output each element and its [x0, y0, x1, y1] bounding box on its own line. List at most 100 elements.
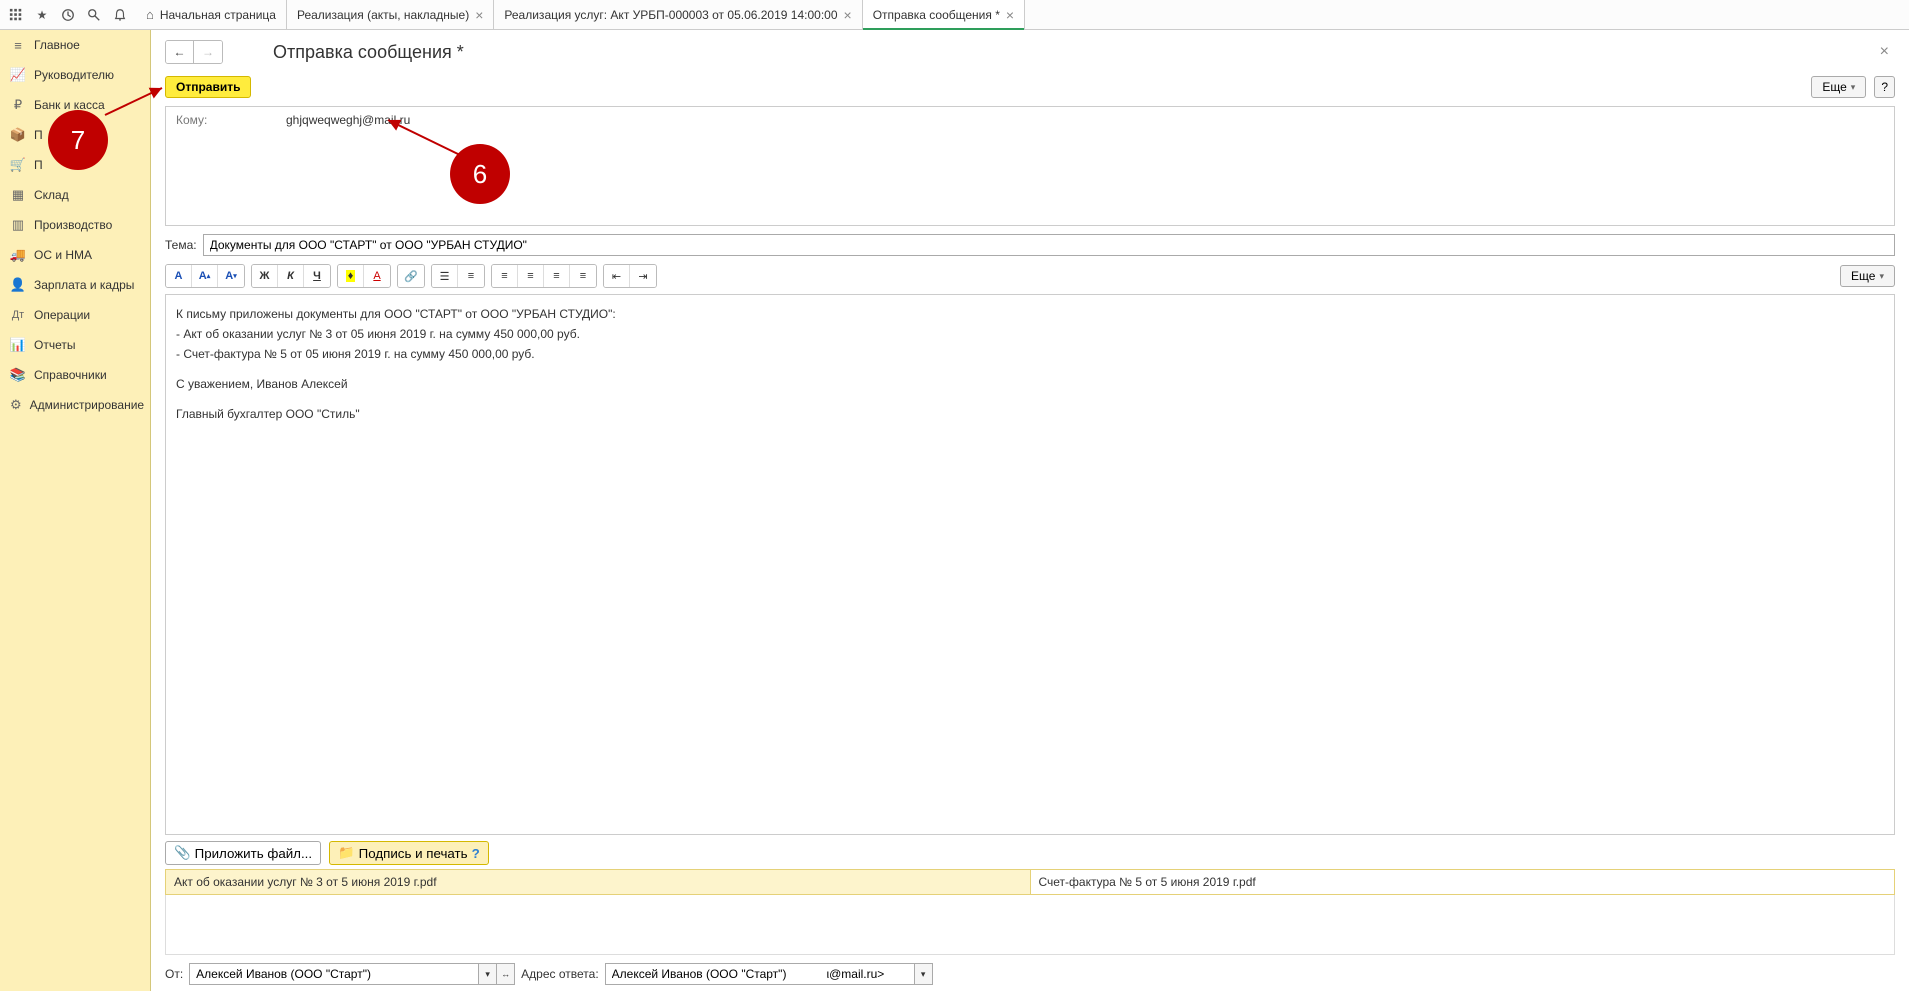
tab-send-message[interactable]: Отправка сообщения * × [863, 0, 1025, 29]
star-icon[interactable]: ★ [30, 3, 54, 27]
ruble-icon: ₽ [10, 97, 26, 113]
close-page-button[interactable]: × [1874, 43, 1895, 61]
nav-forward-button[interactable]: → [194, 41, 222, 63]
body-line: К письму приложены документы для ООО "СТ… [176, 305, 1884, 323]
sidebar-item-label: Администрирование [30, 398, 144, 412]
attachments-row: Акт об оказании услуг № 3 от 5 июня 2019… [165, 869, 1895, 895]
sidebar-item-label: П [34, 158, 43, 172]
indent-increase-button[interactable]: ⇥ [630, 265, 656, 287]
page-title: Отправка сообщения * [273, 42, 464, 63]
from-open-button[interactable]: ↔ [497, 963, 515, 985]
reply-input[interactable] [605, 963, 915, 985]
apps-icon[interactable] [4, 3, 28, 27]
cart-icon: 🛒 [10, 157, 26, 173]
content-header: ← → Отправка сообщения * × [151, 30, 1909, 72]
attachments-area [165, 895, 1895, 955]
grid-icon: ▦ [10, 187, 26, 203]
from-row: От: ▾ ↔ Адрес ответа: ▾ [165, 963, 1895, 985]
from-label: От: [165, 967, 183, 981]
sidebar-item-reports[interactable]: 📊 Отчеты [0, 330, 150, 360]
nav-back-button[interactable]: ← [166, 41, 194, 63]
help-icon[interactable]: ? [472, 846, 480, 861]
number-list-button[interactable]: ≡ [458, 265, 484, 287]
annotation-circle-7: 7 [48, 110, 108, 170]
menu-icon: ≡ [10, 37, 26, 53]
sign-stamp-button[interactable]: 📁Подпись и печать ? [329, 841, 489, 865]
body-line: Главный бухгалтер ООО "Стиль" [176, 405, 1884, 423]
action-bar: Отправить Еще ? [151, 72, 1909, 106]
italic-button[interactable]: К [278, 265, 304, 287]
align-left-button[interactable]: ≡ [492, 265, 518, 287]
bold-button[interactable]: Ж [252, 265, 278, 287]
align-center-button[interactable]: ≡ [518, 265, 544, 287]
editor-more-button[interactable]: Еще [1840, 265, 1895, 287]
annotation-circle-6: 6 [450, 144, 510, 204]
body-line: - Акт об оказании услуг № 3 от 05 июня 2… [176, 325, 1884, 343]
font-down-button[interactable]: A▾ [218, 265, 244, 287]
report-icon: 📊 [10, 337, 26, 353]
reply-dropdown-button[interactable]: ▾ [915, 963, 933, 985]
search-icon[interactable] [82, 3, 106, 27]
link-button[interactable]: 🔗 [398, 265, 424, 287]
sidebar-item-main[interactable]: ≡Главное [0, 30, 150, 60]
sidebar: ≡Главное 📈Руководителю ₽Банк и касса 📦П … [0, 30, 151, 991]
indent-decrease-button[interactable]: ⇤ [604, 265, 630, 287]
more-button[interactable]: Еще [1811, 76, 1866, 98]
sidebar-item-admin[interactable]: ⚙ Администрирование [0, 390, 150, 420]
close-icon[interactable]: × [475, 7, 483, 23]
attachment-item[interactable]: Акт об оказании услуг № 3 от 5 июня 2019… [166, 870, 1031, 894]
sidebar-item-salary[interactable]: 👤Зарплата и кадры [0, 270, 150, 300]
sidebar-item-label: Производство [34, 218, 112, 232]
close-icon[interactable]: × [1006, 7, 1014, 23]
sidebar-item-manager[interactable]: 📈Руководителю [0, 60, 150, 90]
font-color-button[interactable]: A [364, 265, 390, 287]
body-line: - Счет-фактура № 5 от 05 июня 2019 г. на… [176, 345, 1884, 363]
tab-realizatsiya[interactable]: Реализация (акты, накладные) × [287, 0, 494, 29]
sidebar-item-production[interactable]: ▥ Производство [0, 210, 150, 240]
editor-toolbar: A A▴ A▾ Ж К Ч ♦ A 🔗 ☰ ≡ [165, 264, 1895, 288]
font-button[interactable]: A [166, 265, 192, 287]
bullet-list-button[interactable]: ☰ [432, 265, 458, 287]
from-dropdown-button[interactable]: ▾ [479, 963, 497, 985]
book-icon: 📚 [10, 367, 26, 383]
sidebar-item-refs[interactable]: 📚Справочники [0, 360, 150, 390]
sidebar-item-label: Банк и касса [34, 98, 105, 112]
top-toolbar: ★ ⌂ Начальная страница Реализация (акты,… [0, 0, 1909, 30]
subject-input[interactable] [203, 234, 1895, 256]
align-justify-button[interactable]: ≡ [570, 265, 596, 287]
align-right-button[interactable]: ≡ [544, 265, 570, 287]
highlight-button[interactable]: ♦ [338, 265, 364, 287]
font-up-button[interactable]: A▴ [192, 265, 218, 287]
to-field[interactable]: Кому: ghjqweqweghj@mail.ru [165, 106, 1895, 226]
sidebar-item-label: Склад [34, 188, 69, 202]
tab-home[interactable]: ⌂ Начальная страница [136, 0, 287, 29]
help-button[interactable]: ? [1874, 76, 1895, 98]
sidebar-item-os[interactable]: 🚚ОС и НМА [0, 240, 150, 270]
sidebar-item-label: Руководителю [34, 68, 114, 82]
reply-label: Адрес ответа: [521, 967, 598, 981]
tab-label: Начальная страница [160, 8, 276, 22]
box-icon: 📦 [10, 127, 26, 143]
folder-icon: 📁 [338, 845, 355, 861]
to-label: Кому: [176, 113, 276, 219]
close-icon[interactable]: × [844, 7, 852, 23]
tabs-bar: ⌂ Начальная страница Реализация (акты, н… [136, 0, 1025, 29]
sidebar-item-operations[interactable]: ДтОперации [0, 300, 150, 330]
attachment-item[interactable]: Счет-фактура № 5 от 5 июня 2019 г.pdf [1031, 870, 1895, 894]
history-icon[interactable] [56, 3, 80, 27]
send-button[interactable]: Отправить [165, 76, 251, 98]
tab-akt[interactable]: Реализация услуг: Акт УРБП-000003 от 05.… [494, 0, 862, 29]
from-input[interactable] [189, 963, 479, 985]
editor-body[interactable]: К письму приложены документы для ООО "СТ… [165, 294, 1895, 835]
sidebar-item-label: Отчеты [34, 338, 75, 352]
attach-file-button[interactable]: 📎Приложить файл... [165, 841, 321, 865]
subject-label: Тема: [165, 238, 197, 252]
bars-icon: ▥ [10, 217, 26, 233]
gear-icon: ⚙ [10, 397, 22, 413]
sidebar-item-warehouse[interactable]: ▦ Склад [0, 180, 150, 210]
tab-label: Реализация (акты, накладные) [297, 8, 469, 22]
underline-button[interactable]: Ч [304, 265, 330, 287]
clip-icon: 📎 [174, 845, 191, 861]
sidebar-item-label: ОС и НМА [34, 248, 92, 262]
bell-icon[interactable] [108, 3, 132, 27]
